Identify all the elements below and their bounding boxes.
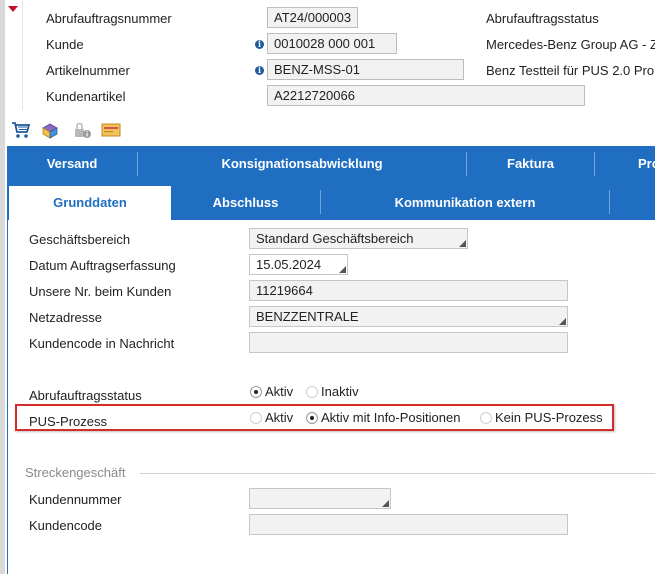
netzadresse-value: BENZZENTRALE [256,309,359,324]
tab-faktura[interactable]: Faktura [467,146,594,182]
tab-konsignationsabwicklung[interactable]: Konsignationsabwicklung [138,146,466,182]
tab-kommunikation-extern[interactable]: Kommunikation extern [321,186,609,220]
pus-kein-label: Kein PUS-Prozess [495,410,603,425]
geschaeftsbereich-value: Standard Geschäftsbereich [256,231,414,246]
pus-aktiv-info-label: Aktiv mit Info-Positionen [321,410,461,425]
shopping-cart-icon[interactable] [11,120,31,140]
geschaeftsbereich-select[interactable]: Standard Geschäftsbereich [249,228,468,249]
unsere-nr-field[interactable]: 11219664 [249,280,568,301]
geschaeftsbereich-label: Geschäftsbereich [29,232,131,247]
header-separator [22,0,23,110]
pus-prozess-label: PUS-Prozess [29,414,108,429]
datum-field[interactable]: 15.05.2024 [249,254,348,275]
kundencode-nachricht-label: Kundencode in Nachricht [29,336,175,351]
header-label-kunde: Kunde [46,37,84,52]
abrufauftragsstatus-header-label: Abrufauftragsstatus [486,11,599,26]
tab-bar-secondary: Grunddaten Abschluss Kommunikation exter… [7,182,655,220]
info-icon[interactable]: i [255,40,264,49]
status-inaktiv-radio[interactable] [306,386,318,398]
kundennummer-label: Kundennummer [29,492,122,507]
kundenartikel-field[interactable]: A2212720066 [267,85,585,106]
tab-divider [594,152,595,176]
artikelnummer-field[interactable]: BENZ-MSS-01 [267,59,464,80]
tab-pro[interactable]: Pro [638,146,655,182]
datum-value: 15.05.2024 [256,257,322,272]
status-aktiv-radio[interactable] [250,386,262,398]
artikel-description-text: Benz Testteil für PUS 2.0 Pro [486,63,655,78]
datum-label: Datum Auftragserfassung [29,258,176,273]
tab-versand[interactable]: Versand [7,146,137,182]
tab-divider [609,190,610,214]
kunde-field[interactable]: 0010028 000 001 [267,33,397,54]
netzadresse-select[interactable]: BENZZENTRALE [249,306,568,327]
kunde-name-text: Mercedes-Benz Group AG - Z [486,37,655,52]
unsere-nr-label: Unsere Nr. beim Kunden [29,284,172,299]
left-edge-bar [0,0,5,574]
tab-grunddaten[interactable]: Grunddaten [9,186,171,220]
abrufauftragsstatus-label: Abrufauftragsstatus [29,388,142,403]
mail-icon[interactable] [101,120,121,140]
info-icon[interactable]: i [255,66,264,75]
tab-abschluss[interactable]: Abschluss [171,186,320,220]
pus-kein-radio[interactable] [480,412,492,424]
dropdown-corner-icon [339,266,346,273]
kundennummer-select[interactable] [249,488,391,509]
pus-aktiv-info-radio[interactable] [306,412,318,424]
header-label-abrufauftragsnummer: Abrufauftragsnummer [46,11,172,26]
header-label-kundenartikel: Kundenartikel [46,89,126,104]
kundencode-label: Kundencode [29,518,103,533]
collapse-arrow-icon[interactable] [8,6,18,12]
kundencode-field[interactable] [249,514,568,535]
header-label-artikelnummer: Artikelnummer [46,63,130,78]
package-icon[interactable] [40,120,60,140]
dropdown-corner-icon [382,500,389,507]
pus-aktiv-radio[interactable] [250,412,262,424]
status-inaktiv-label: Inaktiv [321,384,359,399]
status-aktiv-label: Aktiv [265,384,294,399]
group-divider [140,473,655,474]
abrufauftragsnummer-field[interactable]: AT24/000003 [267,7,358,28]
dropdown-corner-icon [459,240,466,247]
content-border [7,220,8,574]
tab-bar-primary: Versand Konsignationsabwicklung Faktura … [7,146,655,182]
streckengeschaeft-title: Streckengeschäft [25,465,126,480]
netzadresse-label: Netzadresse [29,310,102,325]
pus-aktiv-label: Aktiv [265,410,294,425]
lock-info-icon[interactable] [72,120,92,140]
dropdown-corner-icon [559,318,566,325]
kundencode-nachricht-field[interactable] [249,332,568,353]
